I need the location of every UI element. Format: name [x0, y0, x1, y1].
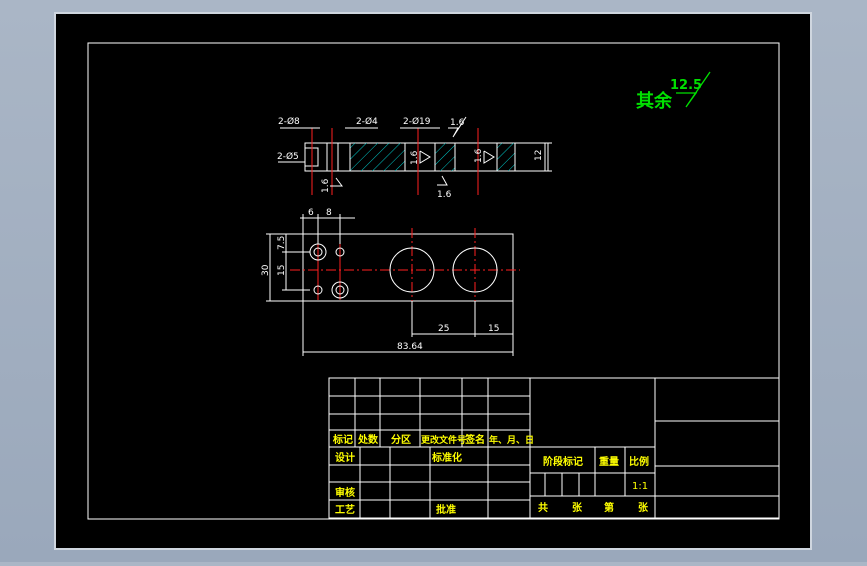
svg-text:1.6: 1.6	[410, 150, 420, 165]
svg-text:重量: 重量	[599, 455, 619, 468]
svg-text:1.6: 1.6	[321, 178, 331, 193]
svg-text:标记: 标记	[332, 433, 353, 446]
svg-text:第: 第	[604, 501, 614, 514]
svg-text:30: 30	[261, 264, 271, 276]
svg-text:签名: 签名	[464, 433, 485, 446]
cad-viewport[interactable]: 其余 12.5 2-Ø8 2-Ø4 2-Ø5 2-Ø19 12 1.6 1.6 …	[0, 0, 867, 562]
svg-text:83.64: 83.64	[397, 342, 423, 352]
svg-text:8: 8	[326, 208, 332, 218]
hatch-area-left	[350, 143, 405, 171]
svg-text:共: 共	[538, 501, 548, 514]
svg-text:1:1: 1:1	[632, 481, 648, 492]
svg-text:分区: 分区	[391, 433, 411, 446]
svg-text:2-Ø5: 2-Ø5	[277, 151, 299, 162]
svg-text:设计: 设计	[335, 451, 355, 464]
svg-text:处数: 处数	[357, 433, 379, 446]
svg-text:阶段标记: 阶段标记	[543, 455, 583, 468]
svg-text:1.6: 1.6	[474, 148, 484, 163]
svg-text:2-Ø4: 2-Ø4	[356, 116, 378, 127]
hatch-area-mid	[435, 143, 455, 171]
drawing-sheet	[54, 12, 812, 550]
svg-text:2-Ø19: 2-Ø19	[403, 116, 431, 127]
svg-text:1.6: 1.6	[437, 190, 452, 200]
svg-text:6: 6	[308, 208, 314, 218]
svg-text:批准: 批准	[436, 503, 456, 516]
svg-text:张: 张	[572, 501, 583, 514]
svg-text:工艺: 工艺	[335, 503, 355, 516]
svg-text:25: 25	[438, 324, 449, 334]
svg-text:更改文件号: 更改文件号	[421, 434, 466, 446]
svg-text:张: 张	[638, 501, 649, 514]
hatch-area-right	[497, 143, 515, 171]
svg-text:年、月、日: 年、月、日	[489, 434, 534, 446]
svg-text:12: 12	[534, 150, 544, 161]
svg-text:其余: 其余	[636, 90, 673, 112]
svg-text:比例: 比例	[629, 455, 649, 468]
svg-text:15: 15	[488, 324, 499, 334]
svg-text:审核: 审核	[335, 486, 355, 499]
svg-text:7.5: 7.5	[277, 236, 287, 250]
svg-text:15: 15	[277, 265, 287, 276]
svg-text:2-Ø8: 2-Ø8	[278, 116, 300, 127]
svg-text:标准化: 标准化	[431, 451, 462, 464]
svg-text:1.6: 1.6	[450, 118, 465, 128]
